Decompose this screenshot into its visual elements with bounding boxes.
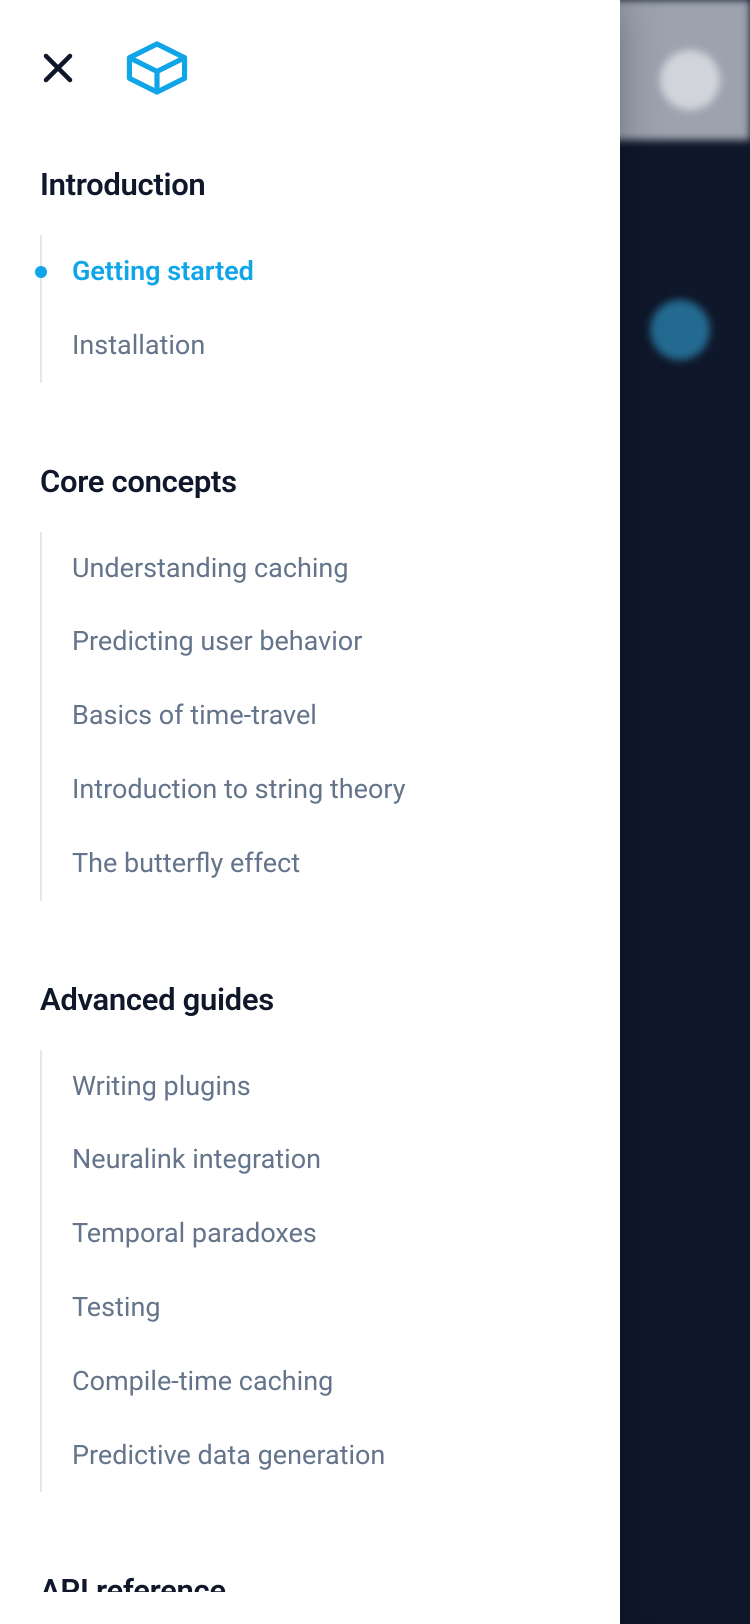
section-heading: Introduction	[40, 166, 580, 203]
section-heading: Advanced guides	[40, 981, 580, 1018]
nav-item[interactable]: Predictive data generation	[42, 1419, 580, 1493]
section-heading-partial: API reference	[40, 1572, 580, 1592]
close-icon[interactable]	[40, 50, 76, 86]
nav-item[interactable]: Basics of time-travel	[42, 679, 580, 753]
nav-item[interactable]: Introduction to string theory	[42, 753, 580, 827]
nav-item[interactable]: Getting started	[42, 235, 580, 309]
nav-item[interactable]: Neuralink integration	[42, 1123, 580, 1197]
navigation-drawer: Introduction Getting startedInstallation C…	[0, 0, 620, 1624]
nav-item[interactable]: Compile-time caching	[42, 1345, 580, 1419]
nav-item[interactable]: Temporal paradoxes	[42, 1197, 580, 1271]
backdrop-pill	[650, 300, 710, 360]
avatar	[660, 50, 720, 110]
nav-list: Getting startedInstallation	[40, 235, 580, 383]
nav-section: Introduction Getting startedInstallation	[40, 166, 580, 383]
nav-item[interactable]: Testing	[42, 1271, 580, 1345]
nav-item[interactable]: Predicting user behavior	[42, 605, 580, 679]
nav-list: Writing pluginsNeuralink integrationTemp…	[40, 1050, 580, 1493]
nav-list: Understanding cachingPredicting user beh…	[40, 532, 580, 901]
nav-item[interactable]: Writing plugins	[42, 1050, 580, 1124]
section-heading: Core concepts	[40, 463, 580, 500]
sidebar-header	[40, 40, 580, 96]
nav-section: Advanced guides Writing pluginsNeuralink …	[40, 981, 580, 1493]
nav-item[interactable]: Understanding caching	[42, 532, 580, 606]
nav-item[interactable]: The butterfly effect	[42, 827, 580, 901]
logo-icon[interactable]	[126, 40, 188, 96]
nav-item[interactable]: Installation	[42, 309, 580, 383]
nav-section: Core concepts Understanding cachingPredic…	[40, 463, 580, 901]
